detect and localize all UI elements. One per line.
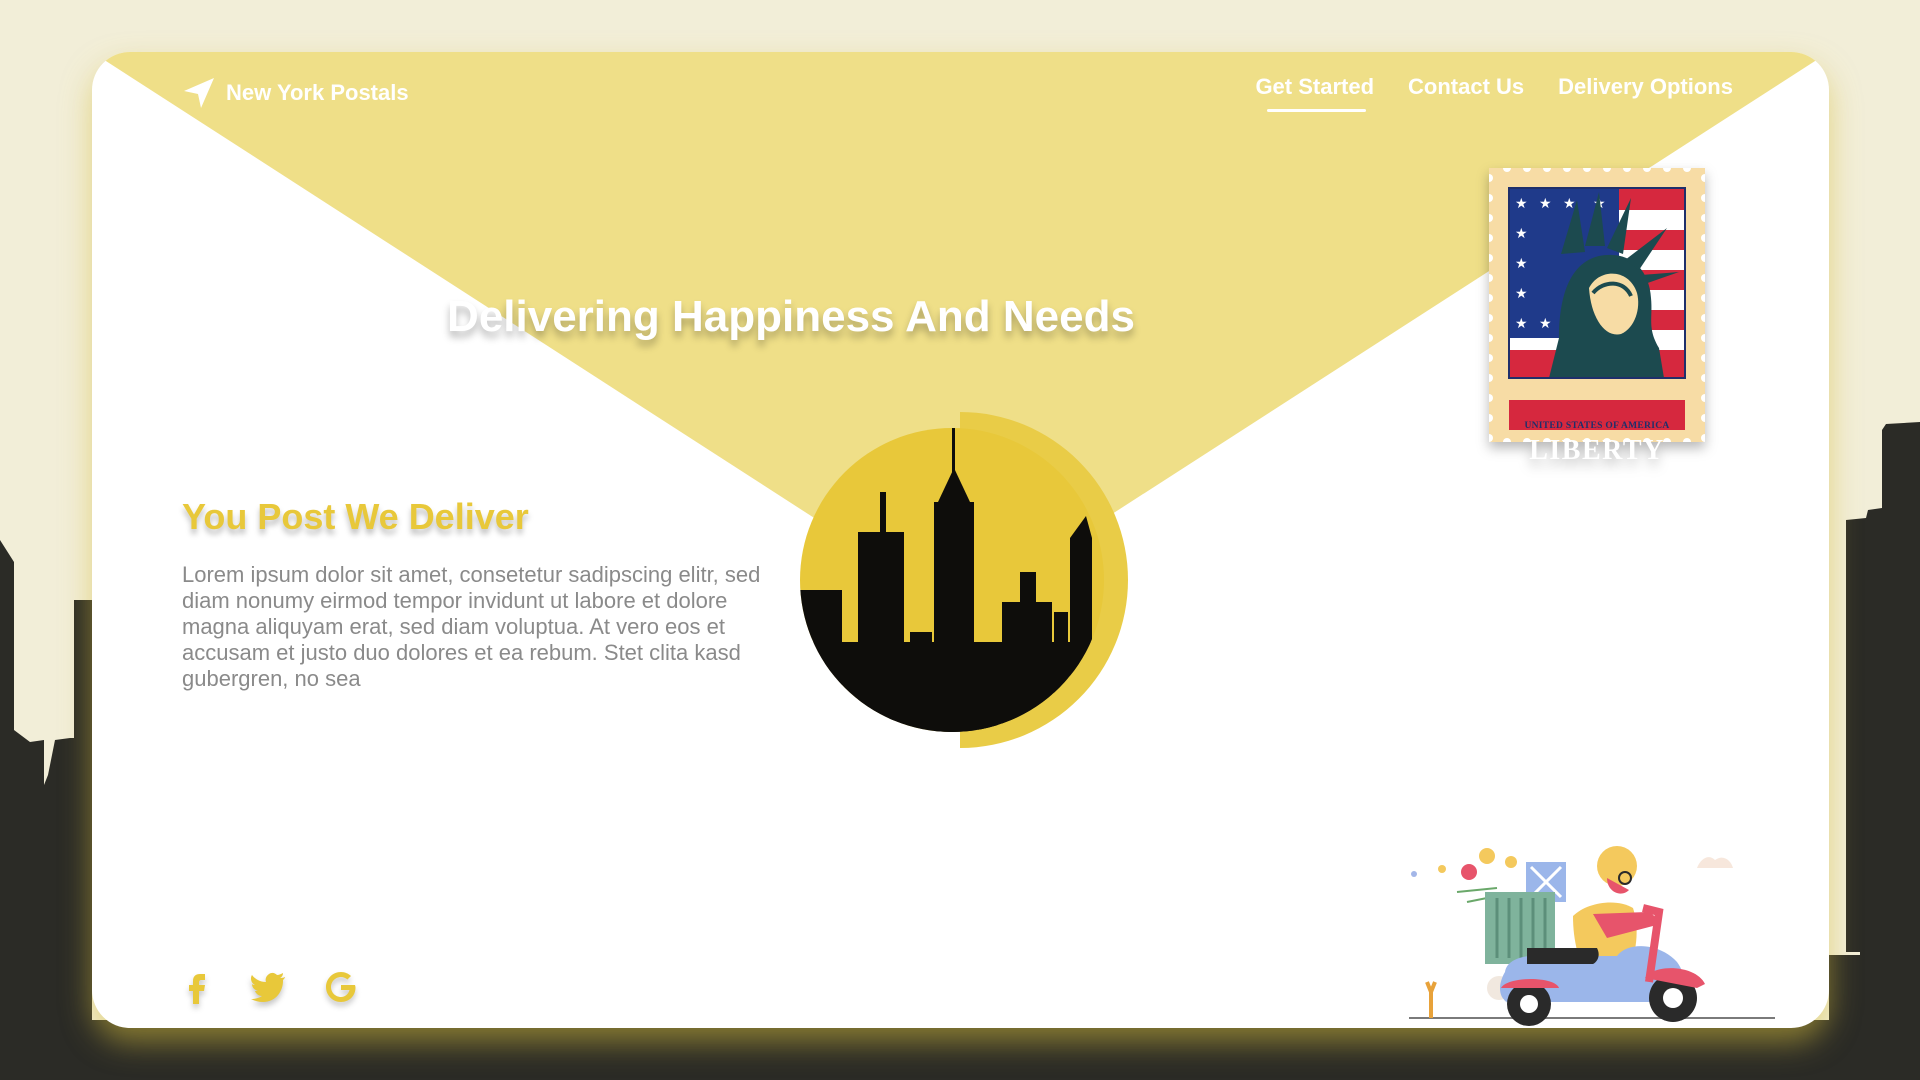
svg-text:★: ★ — [1515, 195, 1528, 211]
main-nav: Get Started Contact Us Delivery Options — [1255, 62, 1733, 114]
paper-plane-icon — [184, 78, 214, 108]
svg-text:★: ★ — [1563, 195, 1576, 211]
brand-logo[interactable]: New York Postals — [182, 68, 409, 118]
social-links — [178, 968, 360, 1006]
section-body: Lorem ipsum dolor sit amet, consetetur s… — [182, 562, 761, 691]
svg-text:★: ★ — [1515, 225, 1528, 241]
facebook-icon[interactable] — [178, 968, 216, 1006]
section-title: You Post We Deliver — [182, 496, 529, 537]
twitter-icon[interactable] — [250, 968, 288, 1006]
nav-get-started[interactable]: Get Started — [1255, 62, 1374, 114]
svg-text:★: ★ — [1515, 255, 1528, 271]
stamp-country-text: UNITED STATES OF AMERICA — [1524, 421, 1670, 431]
svg-text:★: ★ — [1515, 285, 1528, 301]
stamp-liberty-text: LIBERTY — [1529, 435, 1665, 466]
nav-contact-us[interactable]: Contact Us — [1408, 62, 1524, 114]
svg-text:★: ★ — [1539, 195, 1552, 211]
hero-title: Delivering Happiness And Needs — [447, 292, 1135, 341]
brand-name: New York Postals — [226, 80, 409, 105]
nav-delivery-options[interactable]: Delivery Options — [1558, 62, 1733, 114]
delivery-scooter-illustration — [1409, 846, 1775, 1026]
landing-card: New York Postals Get Started Contact Us … — [92, 52, 1829, 1028]
svg-text:★: ★ — [1515, 315, 1528, 331]
svg-text:★: ★ — [1539, 315, 1552, 331]
google-icon[interactable] — [322, 968, 360, 1006]
liberty-stamp: ★★★ ★★★★ ★★ UNITED STATES OF AMERICA LIB… — [1489, 168, 1705, 466]
city-skyline-circle — [800, 412, 1128, 748]
